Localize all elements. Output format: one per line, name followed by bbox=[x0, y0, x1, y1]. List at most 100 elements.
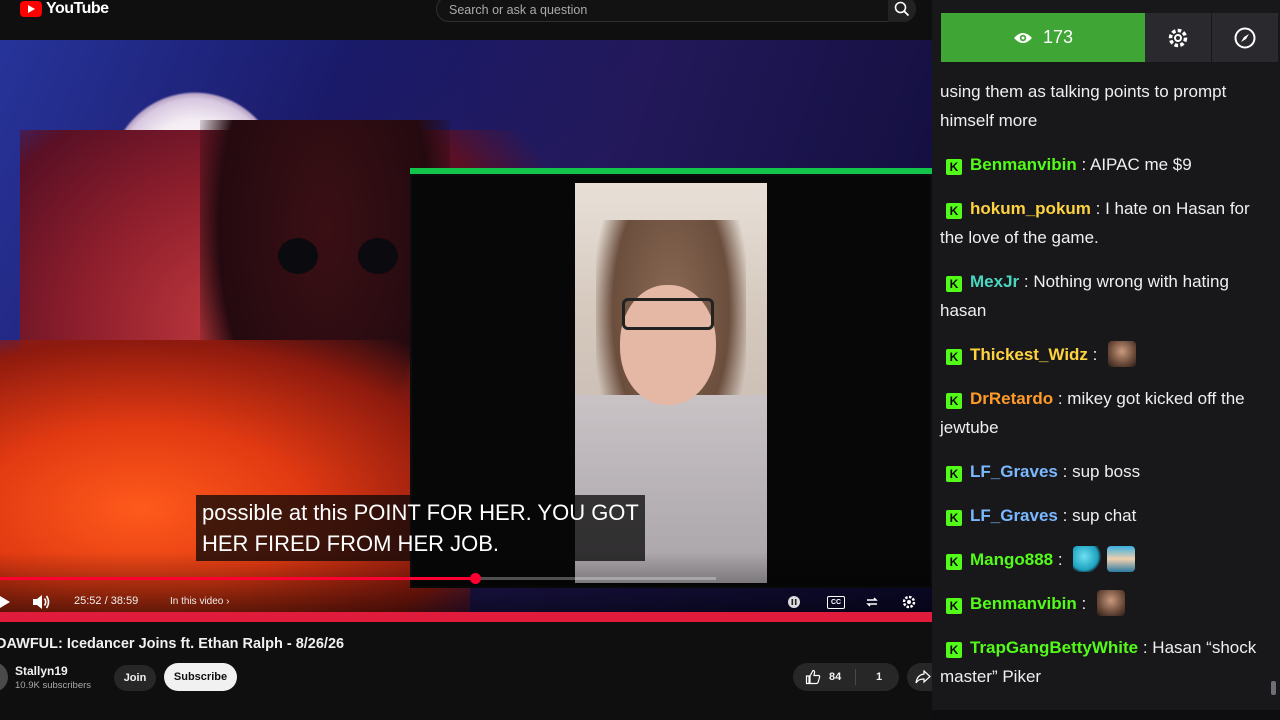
chat-footer bbox=[932, 710, 1280, 720]
like-dislike-group: 84 1 bbox=[793, 663, 899, 691]
repeat-icon bbox=[866, 597, 878, 607]
join-button[interactable]: Join bbox=[114, 665, 156, 691]
kick-badge-icon: K bbox=[946, 159, 962, 175]
viewer-count: 173 bbox=[1042, 27, 1074, 47]
youtube-logo-text: YouTube bbox=[46, 0, 109, 17]
dislike-button[interactable]: 1 bbox=[859, 663, 899, 691]
kick-badge-icon: K bbox=[946, 642, 962, 658]
video-guest-glasses bbox=[622, 298, 714, 330]
video-title: DAWFUL: Icedancer Joins ft. Ethan Ralph … bbox=[0, 636, 345, 652]
chat-separator: : bbox=[1087, 345, 1103, 364]
subscribe-button[interactable]: Subscribe bbox=[164, 663, 237, 691]
chat-message-list[interactable]: using them as talking points to prompt h… bbox=[940, 52, 1270, 706]
channel-name[interactable]: Stallyn19 bbox=[15, 664, 68, 678]
kick-badge-icon: K bbox=[946, 203, 962, 219]
chat-header: 173 bbox=[932, 0, 1280, 70]
chapter-button[interactable]: In this video › bbox=[170, 596, 230, 607]
chat-username[interactable]: hokum_pokum bbox=[970, 199, 1091, 218]
chat-username[interactable]: MexJr bbox=[970, 272, 1019, 291]
chat-message: K Thickest_Widz : bbox=[940, 340, 1270, 369]
chat-popout-button[interactable] bbox=[1212, 13, 1278, 62]
chevron-right-icon: › bbox=[226, 596, 230, 607]
pause-circle-icon bbox=[788, 596, 800, 608]
chat-separator: : bbox=[1076, 594, 1091, 613]
video-info: DAWFUL: Icedancer Joins ft. Ethan Ralph … bbox=[0, 622, 939, 720]
live-chat-panel: using them as talking points to prompt h… bbox=[932, 0, 1280, 720]
chat-username[interactable]: LF_Graves bbox=[970, 506, 1058, 525]
kick-badge-icon: K bbox=[946, 349, 962, 365]
like-separator bbox=[855, 669, 856, 685]
chapter-label: In this video bbox=[170, 596, 224, 607]
chat-message: K Benmanvibin : AIPAC me $9 bbox=[940, 150, 1270, 179]
subtitle-line: HER FIRED FROM HER JOB. bbox=[202, 531, 500, 556]
thumbs-up-icon bbox=[805, 669, 821, 685]
kick-badge-icon: K bbox=[946, 554, 962, 570]
chat-username[interactable]: Benmanvibin bbox=[970, 155, 1077, 174]
video-subtitles: possible at this POINT FOR HER. YOU GOT … bbox=[196, 495, 645, 561]
chat-message: K Mango888 : bbox=[940, 545, 1270, 574]
chat-message: K LF_Graves : sup chat bbox=[940, 501, 1270, 530]
chat-separator: : bbox=[1057, 506, 1073, 525]
time-display: 25:52 / 38:59 bbox=[74, 595, 139, 607]
subtitle-line: possible at this POINT FOR HER. YOU GOT bbox=[202, 500, 639, 525]
youtube-header: YouTube Search or ask a question bbox=[0, 0, 932, 40]
captions-button[interactable]: CC bbox=[826, 594, 846, 610]
chat-message-text: using them as talking points to prompt h… bbox=[940, 82, 1227, 130]
progress-scrubber[interactable] bbox=[469, 573, 481, 584]
play-icon bbox=[0, 596, 10, 608]
share-icon bbox=[915, 670, 931, 684]
viewer-count-button[interactable]: 173 bbox=[941, 13, 1145, 62]
emote-face-icon[interactable] bbox=[1108, 341, 1137, 367]
chat-message: K DrRetardo : mikey got kicked off the je… bbox=[940, 384, 1270, 442]
channel-avatar[interactable] bbox=[0, 662, 8, 692]
volume-icon bbox=[33, 595, 50, 609]
chat-separator: : bbox=[1076, 155, 1090, 174]
emote-dolphin-icon[interactable] bbox=[1073, 546, 1102, 572]
chat-message-text: sup chat bbox=[1072, 506, 1137, 525]
chat-message: K Benmanvibin : bbox=[940, 589, 1270, 618]
kick-badge-icon: K bbox=[946, 598, 962, 614]
gear-icon bbox=[902, 595, 916, 609]
subscriber-count: 10.9K subscribers bbox=[15, 680, 92, 691]
chat-scrollbar[interactable] bbox=[1271, 681, 1276, 695]
progress-played bbox=[0, 577, 475, 580]
search-button[interactable] bbox=[888, 0, 916, 22]
volume-button[interactable] bbox=[30, 592, 52, 612]
gear-icon bbox=[1168, 28, 1188, 47]
like-count: 84 bbox=[829, 671, 842, 683]
chat-username[interactable]: DrRetardo bbox=[970, 389, 1053, 408]
chat-separator: : bbox=[1053, 389, 1068, 408]
chat-username[interactable]: Mango888 bbox=[970, 550, 1053, 569]
loop-button[interactable] bbox=[864, 594, 880, 610]
progress-bar[interactable] bbox=[0, 573, 716, 584]
chat-username[interactable]: LF_Graves bbox=[970, 462, 1058, 481]
chat-username[interactable]: TrapGangBettyWhite bbox=[970, 638, 1138, 657]
chat-separator: : bbox=[1057, 462, 1073, 481]
compass-icon bbox=[1234, 27, 1256, 48]
autoplay-toggle[interactable] bbox=[786, 594, 802, 610]
settings-button[interactable] bbox=[900, 593, 918, 611]
emote-character-icon[interactable] bbox=[1107, 546, 1136, 572]
search-input[interactable]: Search or ask a question bbox=[436, 0, 916, 22]
chat-message: Khokum_pokum : I hate on Hasan for the l… bbox=[940, 194, 1270, 252]
chat-message: K MexJr : Nothing wrong with hating hasan bbox=[940, 267, 1270, 325]
emote-face-icon[interactable] bbox=[1096, 590, 1125, 616]
video-player[interactable]: possible at this POINT FOR HER. YOU GOT … bbox=[0, 40, 932, 622]
chat-separator: : bbox=[1138, 638, 1153, 657]
chat-separator: : bbox=[1019, 272, 1034, 291]
chat-message: K TrapGangBettyWhite : Hasan “shock maste… bbox=[940, 633, 1270, 691]
captions-icon: CC bbox=[827, 595, 845, 609]
play-button[interactable] bbox=[0, 594, 12, 610]
chat-username[interactable]: Thickest_Widz bbox=[970, 345, 1088, 364]
youtube-logo[interactable]: YouTube bbox=[20, 0, 109, 18]
like-button[interactable]: 84 bbox=[793, 663, 853, 691]
chat-settings-button[interactable] bbox=[1145, 13, 1211, 62]
kick-badge-icon: K bbox=[946, 393, 962, 409]
chat-message: K LF_Graves : sup boss bbox=[940, 457, 1270, 486]
search-icon bbox=[894, 1, 910, 17]
chat-username[interactable]: Benmanvibin bbox=[970, 594, 1077, 613]
eye-icon bbox=[1013, 32, 1032, 43]
kick-badge-icon: K bbox=[946, 466, 962, 482]
search-placeholder: Search or ask a question bbox=[449, 3, 588, 17]
chat-separator: : bbox=[1053, 550, 1068, 569]
